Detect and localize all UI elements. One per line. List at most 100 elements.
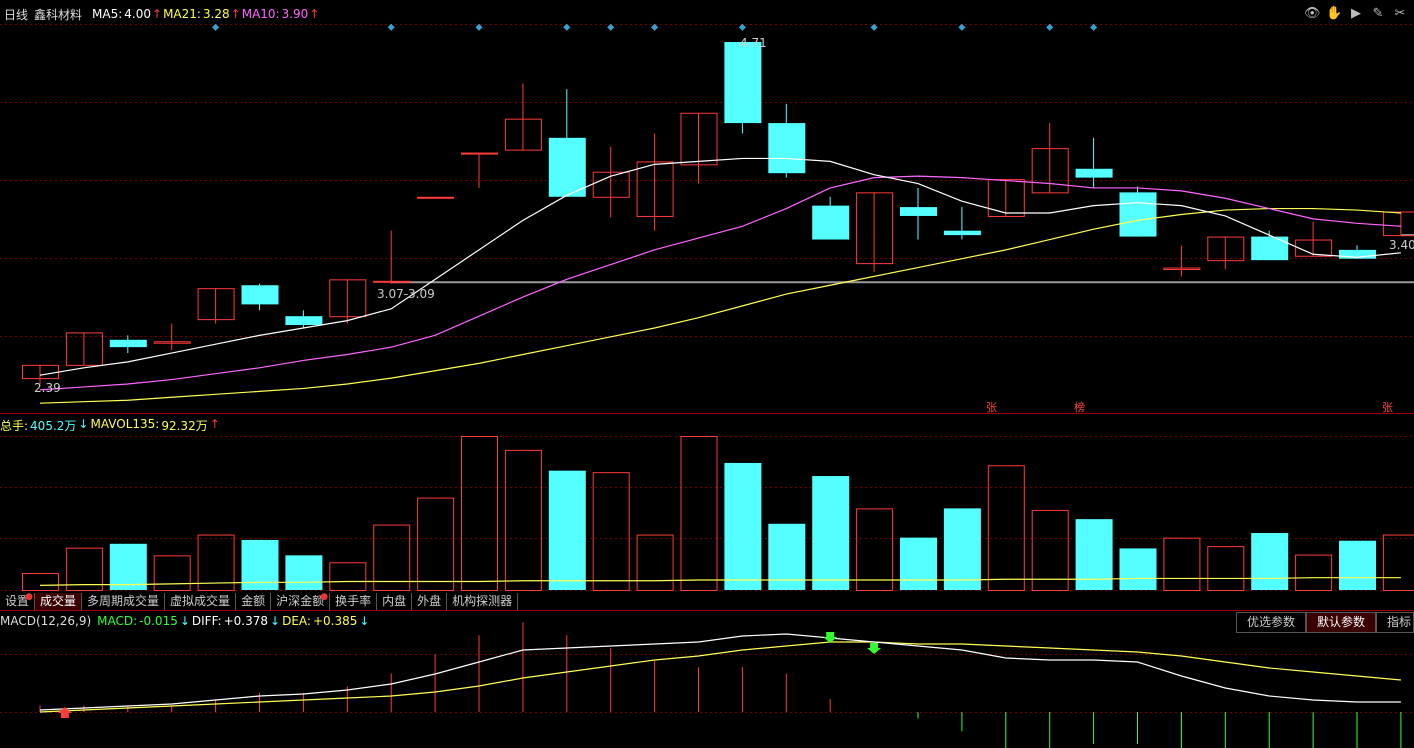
indicator-tabs: 设置 ● 成交量 多周期成交量 虚拟成交量 金额 沪深金额 ● 换手率 内盘 外盘 … — [0, 592, 519, 610]
candle-body — [109, 339, 147, 348]
marker-zhang[interactable]: 张 — [1382, 399, 1393, 415]
diamond-marker — [651, 23, 659, 31]
total-value: 405.2万 — [30, 419, 77, 433]
arrow-down-icon: ↓ — [359, 614, 370, 628]
diamond-marker — [1046, 23, 1054, 31]
volume-bar — [373, 524, 411, 591]
macd-title: MACD(12,26,9) — [0, 614, 92, 628]
volume-bar — [943, 508, 981, 590]
default-params-button[interactable]: 默认参数 — [1305, 612, 1376, 633]
dot-icon: ● — [25, 592, 34, 602]
volume-bar — [987, 465, 1025, 592]
volume-bar — [856, 508, 894, 592]
macd-label: MACD: — [97, 614, 138, 628]
marker-zhang[interactable]: 张 — [986, 399, 997, 415]
volume-bar — [1031, 509, 1069, 592]
candle-body — [373, 280, 411, 283]
diamond-marker — [607, 23, 615, 31]
volume-bar — [680, 436, 718, 591]
volume-bar — [153, 555, 191, 591]
param-buttons: 优选参数 默认参数 指标 — [1235, 612, 1414, 633]
candle-body — [900, 207, 937, 216]
volume-bar — [1251, 533, 1289, 590]
tab-volume[interactable]: 成交量 — [35, 593, 83, 610]
arrow-down-icon: ↓ — [179, 614, 190, 628]
total-label: 总手: — [0, 419, 29, 433]
volume-bar — [417, 497, 455, 592]
dea-label: DEA: — [282, 614, 311, 628]
last-price-label: 3.40 — [1389, 238, 1414, 252]
mavol-label: MAVOL135: — [90, 417, 160, 431]
mavol-value: 92.32万 — [161, 419, 208, 433]
volume-bar — [461, 436, 498, 591]
stock-chart[interactable] — [0, 0, 1414, 748]
tab-virtual-volume[interactable]: 虚拟成交量 — [165, 593, 237, 610]
volume-bar — [1382, 534, 1414, 591]
candle-body — [987, 179, 1025, 217]
volume-bar — [636, 534, 674, 591]
volume-bar — [109, 543, 147, 590]
range-label: 3.07-3.09 — [377, 287, 435, 301]
sell-arrow-icon — [823, 632, 838, 643]
diff-label: DIFF: — [191, 614, 222, 628]
candle-body — [812, 205, 850, 240]
arrow-down-icon: ↓ — [78, 417, 89, 431]
volume-bar — [1119, 548, 1157, 590]
volume-bar — [1295, 554, 1333, 592]
candle-body — [461, 152, 498, 155]
candle-body — [1075, 168, 1113, 178]
macd-header: MACD(12,26,9) MACD: -0.015 ↓ DIFF: +0.37… — [0, 614, 369, 628]
candle-body — [724, 42, 762, 124]
volume-bar — [1207, 546, 1245, 591]
diamond-marker — [958, 23, 966, 31]
tab-inner[interactable]: 内盘 — [377, 593, 413, 610]
diamond-marker — [387, 23, 395, 31]
tab-sh-sz-amount[interactable]: 沪深金额 ● — [271, 592, 331, 610]
diamond-marker — [738, 23, 746, 31]
volume-bar — [1339, 540, 1376, 590]
diff-line — [39, 633, 1401, 711]
dot-icon: ● — [320, 592, 329, 602]
volume-bar — [504, 449, 542, 591]
candle-body — [285, 316, 323, 326]
volume-bar — [22, 573, 59, 591]
macd-value: -0.015 — [139, 614, 178, 628]
volume-bar — [548, 470, 586, 590]
high-price-label: 4.71 — [740, 36, 767, 50]
candle-body — [1251, 236, 1289, 261]
tab-institution-detector[interactable]: 机构探测器 — [447, 593, 519, 610]
volume-bar — [900, 537, 937, 590]
candle-body — [241, 285, 279, 305]
volume-bar — [1163, 537, 1201, 592]
volume-bar — [197, 534, 235, 591]
diamond-marker — [212, 23, 220, 31]
volume-bar — [329, 562, 367, 592]
dea-line — [39, 641, 1401, 713]
candle-body — [943, 230, 981, 236]
volume-bar — [285, 555, 323, 590]
tab-multi-period-volume[interactable]: 多周期成交量 — [82, 593, 166, 610]
dea-value: +0.385 — [312, 614, 358, 628]
tab-amount[interactable]: 金额 — [236, 593, 272, 610]
tab-outer[interactable]: 外盘 — [412, 593, 448, 610]
volume-header: 总手: 405.2万 ↓ MAVOL135: 92.32万 ↑ — [0, 417, 220, 434]
low-price-label: 2.39 — [34, 381, 61, 395]
volume-bar — [592, 472, 630, 591]
diamond-marker — [563, 23, 571, 31]
diff-value: +0.378 — [223, 614, 269, 628]
tab-turnover[interactable]: 换手率 — [330, 593, 378, 610]
sell-arrow-icon — [867, 643, 882, 654]
candle-body — [1382, 211, 1414, 237]
volume-bar — [812, 476, 850, 590]
tab-settings[interactable]: 设置 ● — [0, 592, 36, 610]
preferred-params-button[interactable]: 优选参数 — [1235, 612, 1306, 633]
arrow-down-icon: ↓ — [270, 614, 281, 628]
arrow-up-icon: ↑ — [209, 417, 220, 431]
ma21-line — [39, 207, 1401, 404]
indicator-button[interactable]: 指标 — [1375, 612, 1414, 633]
volume-bar — [724, 462, 762, 590]
candle-body — [1119, 192, 1157, 237]
marker-bang[interactable]: 榜 — [1074, 399, 1085, 415]
candle-body — [417, 196, 455, 199]
candle-body — [768, 123, 806, 174]
